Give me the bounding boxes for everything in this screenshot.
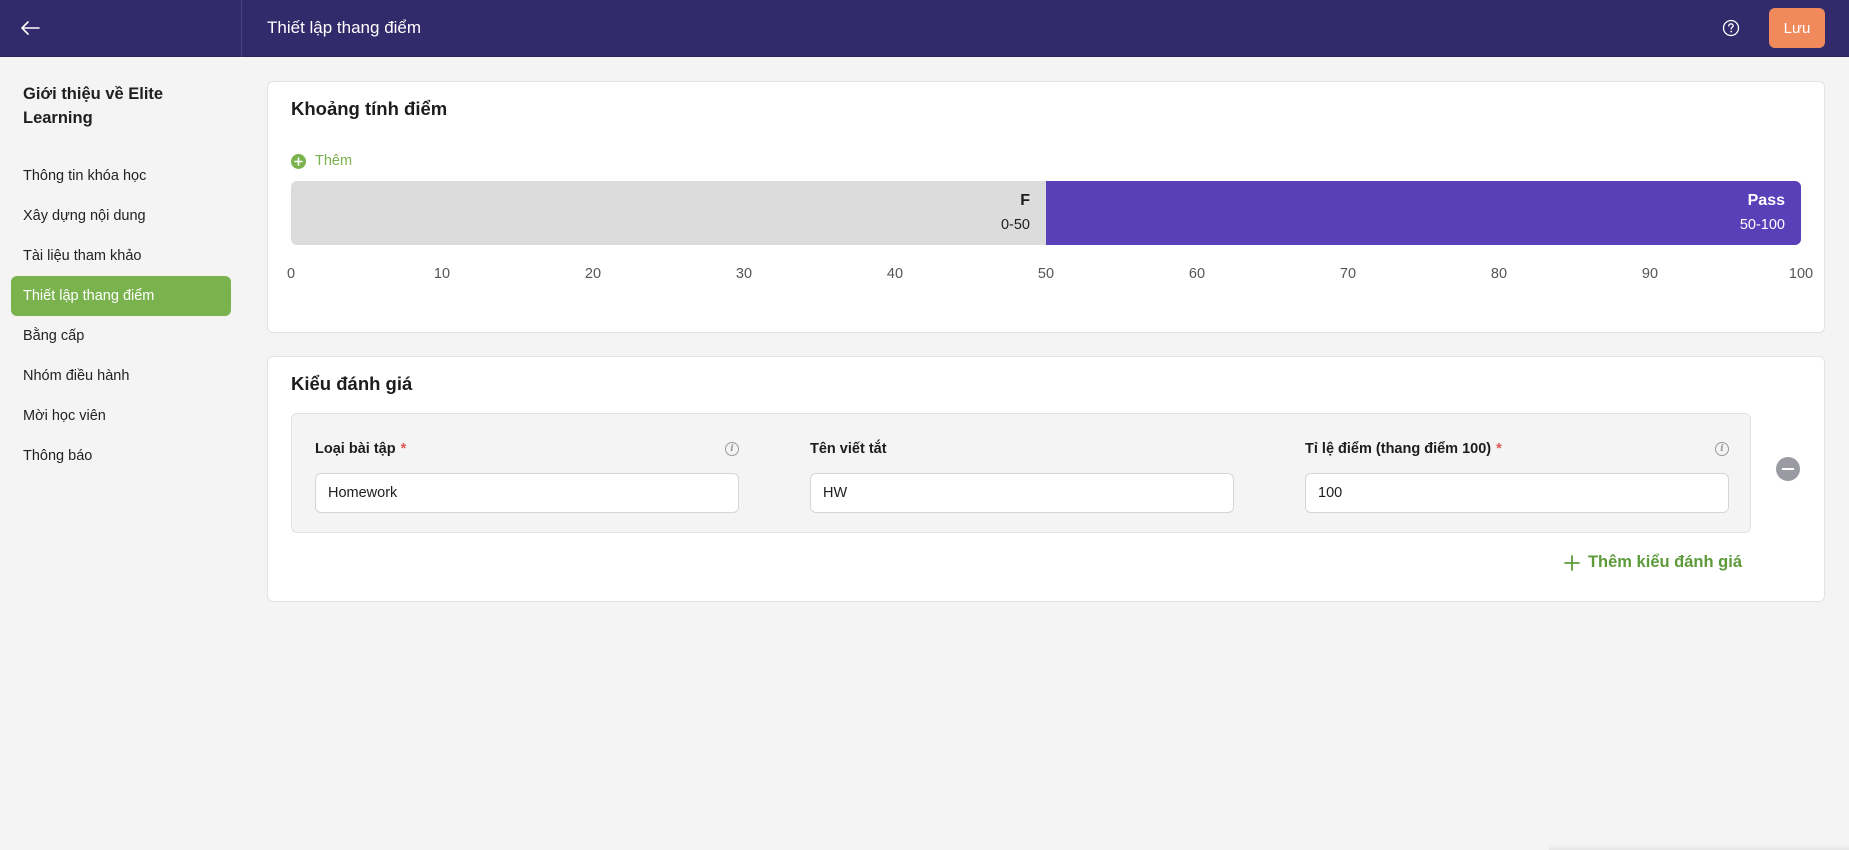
info-icon[interactable]: i (725, 442, 739, 456)
add-range-label: Thêm (315, 153, 353, 169)
score-ratio-field: Tỉ lệ điểm (thang điểm 100) * i (1305, 439, 1729, 513)
scale-tick: 80 (1490, 266, 1508, 282)
scale-tick: 50 (1037, 266, 1055, 282)
sidebar-item-admin-group[interactable]: Nhóm điều hành (0, 356, 242, 396)
scale-tick: 20 (584, 266, 602, 282)
assessment-types-title: Kiểu đánh giá (291, 373, 413, 394)
scale-tick: 40 (886, 266, 904, 282)
assessment-type-field: Loại bài tập * i (315, 439, 739, 513)
course-title: Giới thiệu về Elite Learning (23, 85, 164, 127)
question-circle-icon (1722, 19, 1740, 37)
abbreviation-label: Tên viết tắt (810, 441, 887, 457)
help-button[interactable] (1719, 16, 1743, 40)
scale-tick: 0 (286, 266, 296, 282)
add-assessment-type-button[interactable]: Thêm kiểu đánh giá (1564, 553, 1742, 572)
scale-tick: 100 (1788, 266, 1814, 282)
page-title: Thiết lập thang điểm (267, 18, 422, 37)
assessment-type-input[interactable] (315, 473, 739, 513)
plus-icon (1564, 554, 1580, 571)
score-ratio-label: Tỉ lệ điểm (thang điểm 100) (1305, 441, 1492, 457)
back-button[interactable] (0, 0, 242, 57)
grade-label: Pass (1747, 192, 1785, 209)
grade-scale: 0 10 20 30 40 50 60 70 80 90 100 (287, 266, 1813, 286)
assessment-row: Loại bài tập* i Tên viết tắt Tỉ lệ điểm … (291, 413, 1751, 533)
grade-segment-f[interactable]: F 0-50 (291, 181, 1046, 245)
grade-range: 50-100 (1739, 217, 1785, 233)
abbreviation-field: Tên viết tắt (810, 439, 1234, 513)
scale-tick: 30 (735, 266, 753, 282)
scale-tick: 60 (1188, 266, 1206, 282)
abbreviation-input[interactable] (810, 473, 1234, 513)
sidebar-item-invite-students[interactable]: Mời học viên (0, 396, 242, 436)
scale-tick: 90 (1641, 266, 1659, 282)
required-mark: * (400, 441, 407, 457)
sidebar-item-course-info[interactable]: Thông tin khóa học (0, 156, 242, 196)
sidebar-item-grading[interactable]: Thiết lập thang điểm (11, 276, 231, 316)
add-assessment-type-label: Thêm kiểu đánh giá (1587, 553, 1742, 571)
grade-range-bar: F 0-50 Pass 50-100 (291, 181, 1801, 245)
sidebar-item-references[interactable]: Tài liệu tham khảo (0, 236, 242, 276)
info-icon[interactable]: i (1715, 442, 1729, 456)
save-button[interactable]: Lưu (1769, 8, 1825, 48)
sidebar: Giới thiệu về Elite Learning Thông tin k… (0, 57, 242, 850)
add-range-button[interactable]: Thêm (291, 153, 352, 169)
arrow-left-icon (21, 21, 40, 35)
remove-assessment-button[interactable] (1776, 457, 1800, 481)
grading-range-card: Khoảng tính điểm Thêm F 0-50 Pass 50-100… (267, 81, 1825, 333)
score-ratio-input[interactable] (1305, 473, 1729, 513)
grade-segment-pass[interactable]: Pass 50-100 (1046, 181, 1801, 245)
grade-label: F (1020, 192, 1030, 209)
top-bar: Thiết lập thang điểm Lưu (0, 0, 1849, 57)
sidebar-item-content[interactable]: Xây dựng nội dung (0, 196, 242, 236)
required-mark: * (1496, 441, 1502, 457)
assessment-type-label: Loại bài tập (315, 441, 396, 457)
scale-tick: 70 (1339, 266, 1357, 282)
plus-circle-icon (291, 153, 306, 169)
grading-range-title: Khoảng tính điểm (291, 98, 448, 119)
minus-circle-icon (1782, 468, 1794, 470)
grade-range: 0-50 (1000, 217, 1030, 233)
assessment-types-card: Kiểu đánh giá Loại bài tập* i Tên viết t… (267, 356, 1825, 602)
bottom-shadow (1549, 844, 1849, 850)
scale-tick: 10 (433, 266, 451, 282)
sidebar-item-notifications[interactable]: Thông báo (0, 436, 242, 476)
sidebar-item-certificates[interactable]: Bằng cấp (0, 316, 242, 356)
